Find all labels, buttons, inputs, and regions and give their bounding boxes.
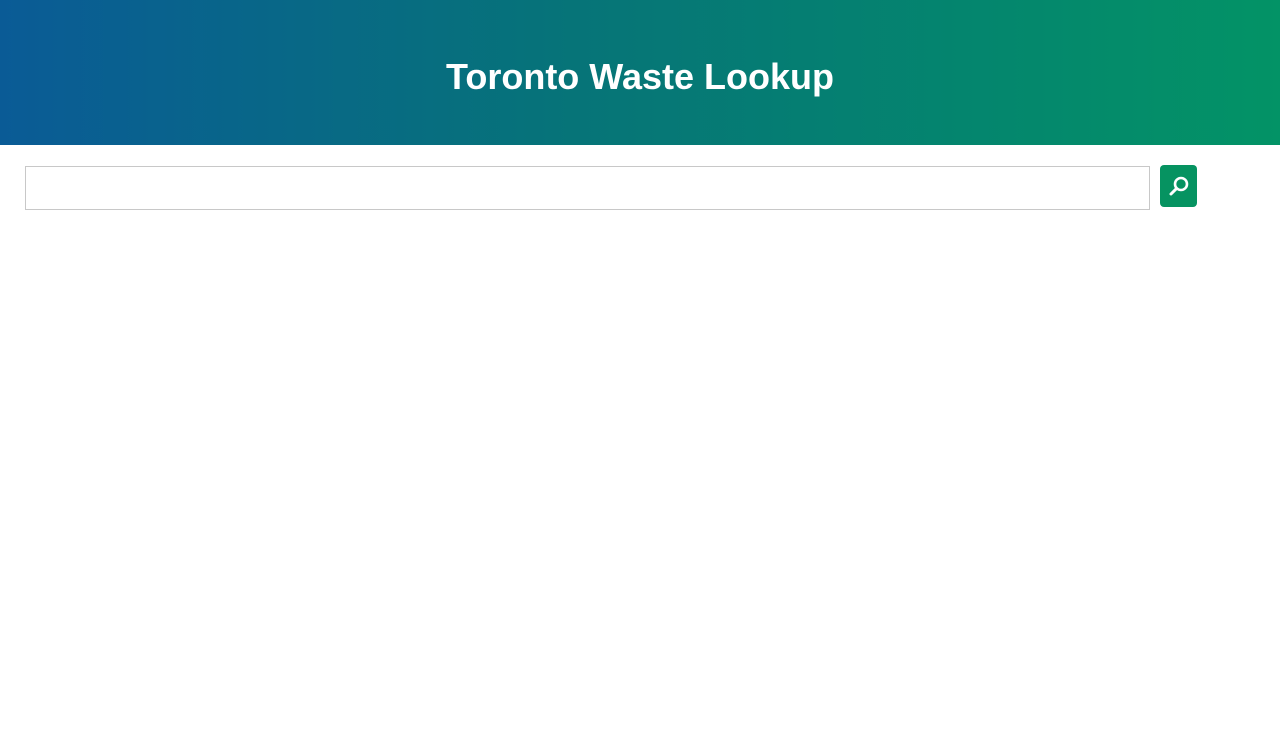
search-bar [25,165,1197,210]
search-icon [1168,175,1190,197]
page-header: Toronto Waste Lookup [0,0,1280,145]
search-input[interactable] [25,166,1150,210]
page-title: Toronto Waste Lookup [446,55,834,97]
search-button[interactable] [1160,165,1197,207]
